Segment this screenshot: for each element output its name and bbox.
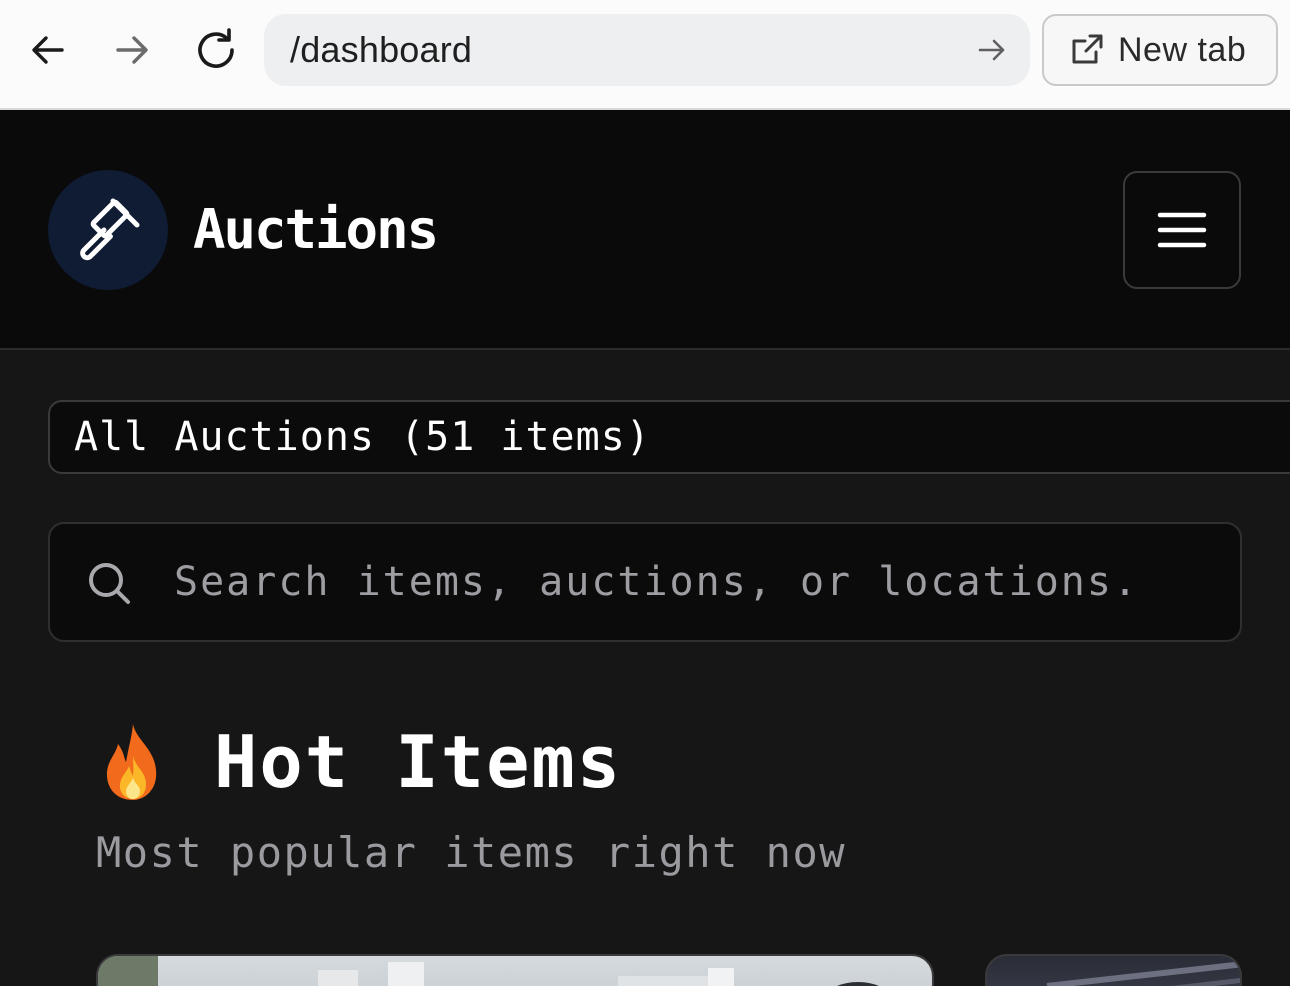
new-tab-button[interactable]: New tab (1042, 14, 1278, 86)
forward-button[interactable] (104, 22, 160, 78)
auction-filter-select[interactable]: All Auctions (51 items) (48, 400, 1290, 474)
item-image (1046, 961, 1240, 986)
url-text[interactable]: /dashboard (290, 14, 472, 86)
reload-icon (198, 28, 234, 68)
new-tab-label: New tab (1118, 30, 1247, 69)
brand-title[interactable]: Auctions (193, 192, 439, 268)
address-bar[interactable]: /dashboard (264, 14, 1030, 86)
item-card[interactable] (985, 954, 1242, 986)
section-title: Hot Items (214, 720, 623, 804)
arrow-right-icon (116, 36, 148, 64)
site-header: Auctions (0, 110, 1290, 350)
reload-button[interactable] (188, 22, 244, 78)
search-icon (89, 563, 130, 604)
item-image (98, 956, 879, 986)
external-link-icon (1072, 34, 1103, 64)
hot-items-heading: Hot Items (96, 712, 622, 812)
browser-toolbar: /dashboard New tab (0, 0, 1290, 110)
gavel-icon (80, 198, 140, 261)
logo[interactable] (48, 170, 168, 290)
hamburger-menu-icon (1157, 212, 1207, 248)
search-input[interactable]: Search items, auctions, or locations. (174, 524, 1139, 640)
item-card[interactable] (96, 954, 934, 986)
search-box[interactable]: Search items, auctions, or locations. (48, 522, 1242, 642)
go-arrow-icon[interactable] (976, 34, 1008, 66)
arrow-left-icon (32, 36, 64, 64)
fire-icon (106, 724, 157, 800)
menu-button[interactable] (1123, 171, 1241, 289)
section-subtitle: Most popular items right now (96, 828, 847, 877)
main-content: All Auctions (51 items) Search items, au… (0, 350, 1290, 986)
back-button[interactable] (20, 22, 76, 78)
